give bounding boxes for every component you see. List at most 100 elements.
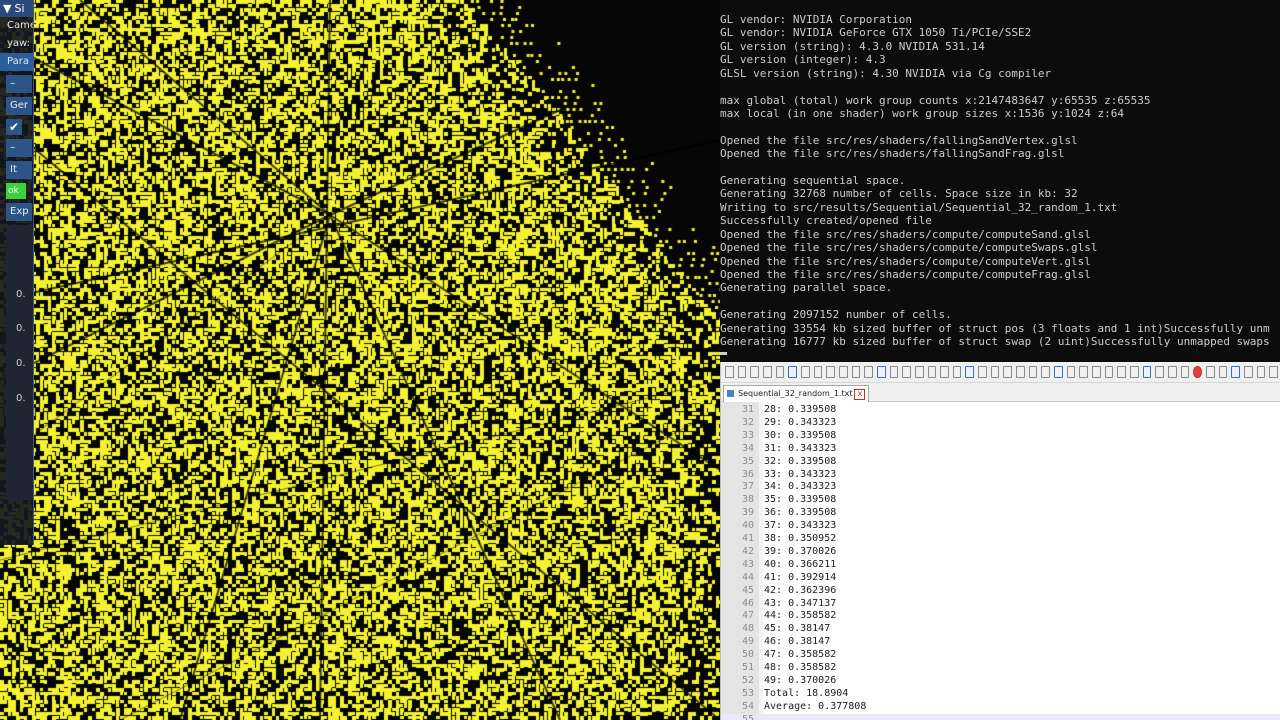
editor-line[interactable]: 47 44: 0.358582 [721, 610, 1280, 623]
toolbar-button-icon[interactable] [990, 366, 1000, 378]
toolbar-button-icon[interactable] [889, 366, 899, 378]
toolbar-button-icon[interactable] [1104, 366, 1114, 378]
editor-line[interactable]: 46 43: 0.347137 [721, 598, 1280, 611]
editor-line[interactable]: 42 39: 0.370026 [721, 546, 1280, 559]
toolbar-button-icon[interactable] [838, 366, 848, 378]
file-tab[interactable]: Sequential_32_random_1.txt x [723, 385, 870, 402]
toolbar-button-icon[interactable] [1054, 366, 1063, 378]
editor-line[interactable]: 38 35: 0.339508 [721, 494, 1280, 507]
toolbar-button-icon[interactable] [952, 366, 962, 378]
line-text: 36: 0.339508 [764, 507, 837, 519]
console-line: Generating 33554 kb sized buffer of stru… [720, 321, 1270, 335]
toolbar-button-icon[interactable] [902, 366, 911, 378]
toolbar-button-icon[interactable] [1243, 366, 1253, 378]
toolbar-button-icon[interactable] [1155, 366, 1164, 378]
sand-simulation-canvas[interactable] [0, 0, 720, 720]
collapse-triangle-icon[interactable]: ▼ [3, 2, 11, 15]
toolbar-button-icon[interactable] [1205, 366, 1215, 378]
toolbar-button-icon[interactable] [1256, 366, 1266, 378]
toolbar-button-icon[interactable] [826, 366, 835, 378]
toolbar-button-icon[interactable] [965, 366, 975, 378]
editor-line[interactable]: 50 47: 0.358582 [721, 649, 1280, 662]
editor-line[interactable]: 32 29: 0.343323 [721, 417, 1280, 430]
editor-line[interactable]: 34 31: 0.343323 [721, 443, 1280, 456]
toolbar-button-icon[interactable] [1066, 366, 1076, 378]
decrement-button[interactable]: – [6, 75, 32, 93]
line-number: 42 [741, 545, 754, 557]
toolbar-button-icon[interactable] [1180, 366, 1190, 378]
export-button[interactable]: Exp [6, 203, 32, 221]
editor-line[interactable]: 52 49: 0.370026 [721, 675, 1280, 688]
toolbar-button-icon[interactable] [1117, 366, 1126, 378]
console-line: Opened the file src/res/shaders/compute/… [720, 268, 1091, 282]
imgui-settings-window[interactable]: ▼ Si Came yaw: Para – Ger ✔ – It ok Exp … [0, 0, 34, 545]
editor-line[interactable]: 39 36: 0.339508 [721, 507, 1280, 520]
iterate-button[interactable]: It [6, 161, 32, 179]
toolbar-button-icon[interactable] [1003, 366, 1013, 378]
toolbar-button-icon[interactable] [1092, 366, 1101, 378]
generate-button[interactable]: Ger [6, 97, 32, 115]
toolbar-button-icon[interactable] [1269, 366, 1278, 378]
editor-text-area[interactable]: 31 28: 0.339508 32 29: 0.343323 33 30: 0.3395… [721, 402, 1280, 720]
text-editor-window[interactable]: Sequential_32_random_1.txt x 31 28: 0.339… [720, 362, 1280, 720]
params-header[interactable]: Para [0, 53, 33, 71]
toolbar-button-icon[interactable] [1218, 366, 1228, 378]
render-viewport[interactable]: ▼ Si Came yaw: Para – Ger ✔ – It ok Exp … [0, 0, 720, 720]
toolbar-button-icon[interactable] [940, 366, 949, 378]
console-line: GL vendor: NVIDIA GeForce GTX 1050 Ti/PC… [720, 26, 1032, 40]
toolbar-button-icon[interactable] [788, 366, 797, 378]
line-text: Total: 18.8904 [764, 687, 849, 699]
decrement-button-2[interactable]: – [6, 139, 32, 157]
line-number: 40 [741, 520, 754, 532]
editor-line[interactable]: 44 41: 0.392914 [721, 572, 1280, 585]
console-line: GLSL version (string): 4.30 NVIDIA via C… [720, 66, 1052, 80]
imgui-titlebar[interactable]: ▼ Si [0, 0, 33, 17]
toolbar-button-icon[interactable] [851, 366, 861, 378]
toolbar-button-icon[interactable] [813, 366, 823, 378]
toolbar-button-icon[interactable] [775, 366, 785, 378]
toolbar-button-icon[interactable] [978, 366, 987, 378]
toolbar-button-icon[interactable] [1041, 366, 1051, 378]
toolbar-button-icon[interactable] [864, 366, 873, 378]
console-line: Writing to src/results/Sequential/Sequen… [720, 200, 1118, 214]
enable-checkbox[interactable]: ✔ [6, 119, 22, 135]
close-tab-icon[interactable]: x [854, 389, 866, 400]
line-text: 32: 0.339508 [764, 455, 837, 467]
editor-line[interactable]: 45 42: 0.362396 [721, 585, 1280, 598]
editor-line[interactable]: 55 [721, 713, 1280, 720]
yaw-label: yaw: [7, 38, 31, 49]
console-line: Generating parallel space. [720, 281, 893, 295]
toolbar-button-icon[interactable] [762, 366, 772, 378]
editor-line[interactable]: 35 32: 0.339508 [721, 456, 1280, 469]
toolbar-button-icon[interactable] [800, 366, 810, 378]
editor-line[interactable]: 54 Average: 0.377808 [721, 701, 1280, 714]
toolbar-button-icon[interactable] [876, 366, 886, 378]
editor-line[interactable]: 48 45: 0.38147 [721, 623, 1280, 636]
toolbar-button-icon[interactable] [927, 366, 937, 378]
line-number: 51 [741, 662, 754, 673]
toolbar-button-icon[interactable] [1079, 366, 1089, 378]
toolbar-button-icon[interactable] [737, 366, 747, 378]
toolbar-button-icon[interactable] [1193, 366, 1202, 378]
editor-line[interactable]: 33 30: 0.339508 [721, 430, 1280, 443]
toolbar-button-icon[interactable] [725, 366, 734, 378]
editor-line[interactable]: 31 28: 0.339508 [721, 404, 1280, 417]
editor-line[interactable]: 37 34: 0.343323 [721, 481, 1280, 494]
toolbar-button-icon[interactable] [750, 366, 759, 378]
editor-line[interactable]: 51 48: 0.358582 [721, 662, 1280, 675]
editor-line[interactable]: 49 46: 0.38147 [721, 636, 1280, 649]
toolbar-button-icon[interactable] [1130, 366, 1139, 378]
toolbar-button-icon[interactable] [1167, 366, 1177, 378]
editor-line[interactable]: 41 38: 0.350952 [721, 533, 1280, 546]
editor-line[interactable]: 36 33: 0.343323 [721, 469, 1280, 482]
console-line: max local (in one shader) work group siz… [720, 106, 1124, 120]
editor-line[interactable]: 43 40: 0.366211 [721, 559, 1280, 572]
editor-line[interactable]: 53 Total: 18.8904 [721, 688, 1280, 701]
toolbar-button-icon[interactable] [1142, 366, 1152, 378]
console-window[interactable]: GL vendor: NVIDIA Corporation GL vendor: … [720, 0, 1280, 362]
toolbar-button-icon[interactable] [1016, 366, 1025, 378]
toolbar-button-icon[interactable] [1028, 366, 1038, 378]
toolbar-button-icon[interactable] [1231, 366, 1240, 378]
toolbar-button-icon[interactable] [914, 366, 924, 378]
editor-line[interactable]: 40 37: 0.343323 [721, 520, 1280, 533]
